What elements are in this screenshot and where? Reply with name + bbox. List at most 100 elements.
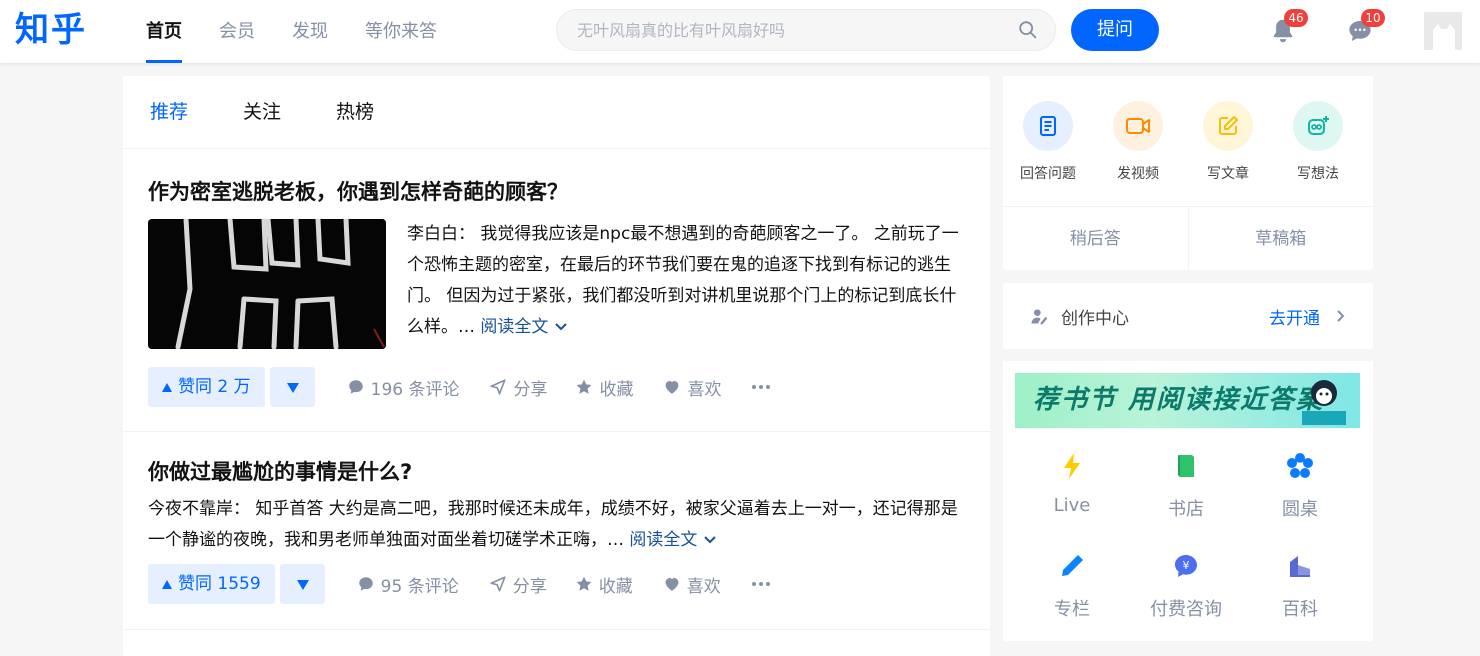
service-roundtable[interactable]: 圆桌: [1243, 441, 1357, 541]
downvote-button[interactable]: [269, 367, 315, 407]
star-icon: [576, 379, 592, 394]
share-button[interactable]: 分享: [489, 572, 547, 597]
answer-icon-circle: [1023, 101, 1073, 151]
nav-explore[interactable]: 发现: [292, 0, 328, 63]
share-button[interactable]: 分享: [489, 375, 547, 400]
share-icon: [490, 576, 506, 592]
article-icon-circle: [1203, 101, 1253, 151]
feed-item: 作为密室逃脱老板，你遇到怎样奇葩的顾客？ 李白白： 我觉得我应该是npc最不想遇…: [123, 149, 990, 432]
upvote-button[interactable]: 赞同 1559: [148, 564, 275, 604]
like-label: 喜欢: [686, 576, 721, 597]
idea-icon-circle: [1293, 101, 1343, 151]
service-paid-consult[interactable]: ¥ 付费咨询: [1129, 541, 1243, 641]
wiki-icon: [1290, 556, 1310, 577]
column-icon: [1062, 555, 1083, 576]
post-video-button[interactable]: 发视频: [1093, 101, 1183, 206]
more-button[interactable]: [751, 384, 777, 390]
creation-secondary: 稍后答 草稿箱: [1003, 206, 1373, 270]
answer-later-button[interactable]: 稍后答: [1003, 207, 1189, 270]
upvote-button[interactable]: 赞同 2 万: [148, 367, 265, 407]
answer-actions: 赞同 2 万 196 条评论 分享 收藏 喜欢: [148, 367, 777, 407]
read-more-link[interactable]: 阅读全文: [629, 530, 716, 550]
upvote-label: 赞同 2 万: [178, 377, 251, 397]
search-box: [556, 9, 1056, 51]
collect-button[interactable]: 收藏: [575, 375, 633, 400]
answer-excerpt[interactable]: 李白白： 我觉得我应该是npc最不想遇到的奇葩顾客之一了。 之前玩了一个恐怖主题…: [407, 219, 967, 343]
tab-recommend[interactable]: 推荐: [150, 76, 188, 148]
service-label: 圆桌: [1282, 499, 1318, 520]
chevron-right-icon: [1337, 310, 1345, 322]
downvote-button[interactable]: [279, 564, 325, 604]
search-icon[interactable]: [1017, 19, 1039, 41]
messages-button[interactable]: 10: [1345, 9, 1385, 46]
column-icon-wrap: [1015, 549, 1129, 583]
notifications-badge: 46: [1284, 9, 1308, 27]
book-festival-banner[interactable]: 荐书节 用阅读接近答案: [1015, 373, 1360, 428]
ask-question-button[interactable]: 提问: [1071, 9, 1159, 51]
question-title[interactable]: 你做过最尴尬的事情是什么?: [148, 456, 412, 486]
live-icon: [1064, 453, 1080, 479]
read-more-label: 阅读全文: [480, 317, 549, 337]
share-icon: [490, 379, 507, 395]
comment-button[interactable]: 196 条评论: [347, 375, 459, 400]
collect-label: 收藏: [598, 576, 633, 597]
answer-question-button[interactable]: 回答问题: [1003, 101, 1093, 206]
question-title[interactable]: 作为密室逃脱老板，你遇到怎样奇葩的顾客？: [148, 176, 568, 206]
more-button[interactable]: [751, 581, 777, 587]
heart-icon: [665, 578, 679, 591]
live-icon-wrap: [1015, 449, 1129, 483]
write-article-button[interactable]: 写文章: [1183, 101, 1273, 206]
tab-following[interactable]: 关注: [243, 76, 281, 148]
read-more-label: 阅读全文: [629, 530, 698, 550]
nav-home[interactable]: 首页: [146, 0, 182, 63]
search-input[interactable]: [577, 10, 997, 50]
answer-excerpt[interactable]: 今夜不靠岸： 知乎首答 大约是高二吧，我那时候还未成年，成绩不好，被家父逼着去上…: [148, 494, 973, 556]
write-idea-label: 写想法: [1297, 166, 1339, 182]
messages-badge: 10: [1361, 9, 1385, 27]
creation-actions: 回答问题 发视频 写文章 写想法: [1003, 76, 1373, 206]
creator-center-row[interactable]: 创作中心 去开通: [1003, 283, 1373, 349]
service-bookstore[interactable]: 书店: [1129, 441, 1243, 541]
roundtable-icon-wrap: [1243, 449, 1357, 483]
share-label: 分享: [513, 379, 548, 400]
nav-waiting-answers[interactable]: 等你来答: [365, 0, 437, 63]
service-label: 书店: [1168, 499, 1204, 520]
comment-count: 95 条评论: [380, 576, 459, 597]
notifications-button[interactable]: 46: [1268, 9, 1308, 46]
creator-center-label: 创作中心: [1061, 309, 1129, 329]
read-more-link[interactable]: 阅读全文: [480, 317, 567, 337]
write-idea-button[interactable]: 写想法: [1273, 101, 1363, 206]
roundtable-icon: [1287, 453, 1313, 478]
service-label: 百科: [1282, 599, 1318, 620]
service-live[interactable]: Live: [1015, 441, 1129, 541]
like-label: 喜欢: [687, 379, 722, 400]
service-wiki[interactable]: 百科: [1243, 541, 1357, 641]
nav-vip[interactable]: 会员: [219, 0, 255, 63]
write-article-label: 写文章: [1207, 166, 1249, 182]
creator-center-card[interactable]: 创作中心 去开通: [1003, 283, 1373, 349]
feed-item: 你做过最尴尬的事情是什么? 今夜不靠岸： 知乎首答 大约是高二吧，我那时候还未成…: [123, 432, 990, 630]
tab-hot[interactable]: 热榜: [336, 76, 374, 148]
answer-icon: [1040, 116, 1056, 136]
more-icon: [752, 385, 771, 389]
answer-actions: 赞同 1559 95 条评论 分享 收藏 喜欢: [148, 564, 777, 604]
zhihu-logo[interactable]: 知乎: [15, 8, 87, 52]
star-icon: [576, 576, 592, 591]
consult-icon-wrap: ¥: [1129, 549, 1243, 583]
upvote-icon: [162, 382, 172, 392]
activate-link[interactable]: 去开通: [1269, 304, 1320, 329]
comment-button[interactable]: 95 条评论: [357, 572, 459, 597]
creation-card: 回答问题 发视频 写文章 写想法 稍后答 草稿箱: [1003, 76, 1373, 270]
comment-icon: [348, 380, 363, 394]
service-column[interactable]: 专栏: [1015, 541, 1129, 641]
feed-tabs: 推荐 关注 热榜: [123, 76, 990, 149]
avatar[interactable]: [1424, 12, 1462, 50]
collect-button[interactable]: 收藏: [575, 572, 633, 597]
like-button[interactable]: 喜欢: [663, 375, 721, 400]
upvote-icon: [162, 579, 172, 589]
upvote-label: 赞同 1559: [178, 574, 261, 594]
answer-thumbnail[interactable]: [148, 219, 386, 349]
collect-label: 收藏: [599, 379, 634, 400]
drafts-button[interactable]: 草稿箱: [1189, 207, 1374, 270]
like-button[interactable]: 喜欢: [663, 572, 721, 597]
